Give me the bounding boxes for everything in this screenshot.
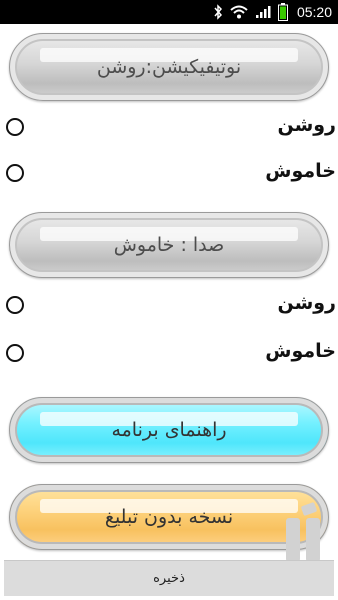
signal-icon xyxy=(255,5,271,19)
sound-option-off[interactable]: خاموش xyxy=(0,338,338,368)
sound-button-label: صدا : خاموش xyxy=(113,234,225,256)
save-button-label: ذخیره xyxy=(153,571,185,586)
notification-on-label: روشن xyxy=(277,114,336,136)
sound-off-label: خاموش xyxy=(265,340,336,362)
app-guide-label: راهنمای برنامه xyxy=(111,419,227,441)
sound-on-radio[interactable] xyxy=(6,296,24,314)
sound-toggle-button[interactable]: صدا : خاموش xyxy=(9,212,329,278)
battery-icon xyxy=(277,3,288,21)
sound-option-on[interactable]: روشن xyxy=(0,290,338,320)
notification-on-radio[interactable] xyxy=(6,118,24,136)
app-guide-button[interactable]: راهنمای برنامه xyxy=(9,397,329,463)
bluetooth-icon xyxy=(213,4,223,20)
save-button[interactable]: ذخیره xyxy=(4,560,334,596)
sound-off-radio[interactable] xyxy=(6,344,24,362)
status-bar: 05:20 xyxy=(0,0,338,24)
wifi-icon xyxy=(230,5,248,19)
status-time: 05:20 xyxy=(296,4,332,20)
notification-off-label: خاموش xyxy=(265,160,336,182)
sound-on-label: روشن xyxy=(277,292,336,314)
notification-off-radio[interactable] xyxy=(6,164,24,182)
notification-option-on[interactable]: روشن xyxy=(0,112,338,142)
notification-option-off[interactable]: خاموش xyxy=(0,158,338,188)
notification-button-label: نوتیفیکیشن:روشن xyxy=(96,56,242,78)
notification-toggle-button[interactable]: نوتیفیکیشن:روشن xyxy=(9,33,329,101)
ad-free-version-label: نسخه بدون تبلیغ xyxy=(104,506,234,528)
